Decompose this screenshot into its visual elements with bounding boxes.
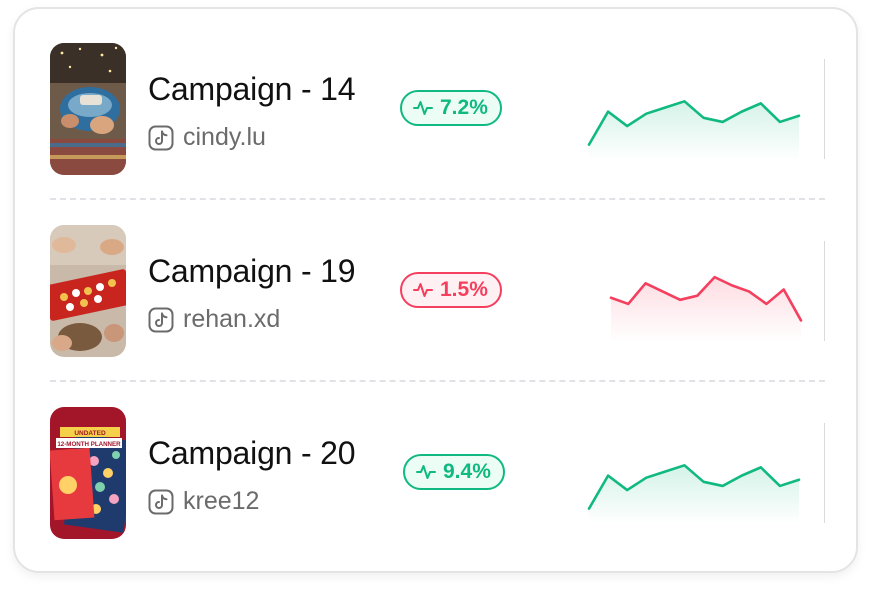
creator-handle[interactable]: cindy.lu <box>148 123 266 152</box>
campaign-thumbnail[interactable]: UNDATED 12-MONTH PLANNER <box>50 407 126 539</box>
pulse-icon <box>413 283 433 297</box>
trend-sparkline <box>587 100 801 160</box>
column-divider <box>824 59 825 159</box>
campaign-thumbnail[interactable] <box>50 225 126 357</box>
creator-handle[interactable]: rehan.xd <box>148 305 280 334</box>
performance-badge: 9.4% <box>403 454 505 490</box>
campaign-title[interactable]: Campaign - 19 <box>148 253 355 290</box>
performance-badge: 1.5% <box>400 272 502 308</box>
trend-sparkline <box>587 464 801 524</box>
handle-text: cindy.lu <box>183 123 266 151</box>
performance-badge: 7.2% <box>400 90 502 126</box>
column-divider <box>824 241 825 341</box>
planner-label-line2: 12-MONTH PLANNER <box>57 441 121 448</box>
planner-label-line1: UNDATED <box>74 430 106 437</box>
column-divider <box>824 423 825 523</box>
row-divider <box>50 380 825 382</box>
campaign-title[interactable]: Campaign - 14 <box>148 71 355 108</box>
performance-value: 1.5% <box>440 278 488 301</box>
row-divider <box>50 198 825 200</box>
tiktok-icon <box>148 125 174 150</box>
tiktok-icon <box>148 489 174 514</box>
creator-handle[interactable]: kree12 <box>148 487 259 516</box>
handle-text: kree12 <box>183 487 260 515</box>
performance-value: 7.2% <box>440 96 488 119</box>
campaign-title[interactable]: Campaign - 20 <box>148 435 355 472</box>
campaign-row[interactable]: UNDATED 12-MONTH PLANNER Campaign - 20 k… <box>15 407 856 589</box>
campaign-list-card: Campaign - 14 cindy.lu 7.2% Campaign - 1… <box>13 7 858 573</box>
tiktok-icon <box>148 307 174 332</box>
pulse-icon <box>413 101 433 115</box>
pulse-icon <box>416 465 436 479</box>
trend-sparkline <box>609 275 803 342</box>
handle-text: rehan.xd <box>183 305 281 333</box>
performance-value: 9.4% <box>443 460 491 483</box>
campaign-thumbnail[interactable] <box>50 43 126 175</box>
